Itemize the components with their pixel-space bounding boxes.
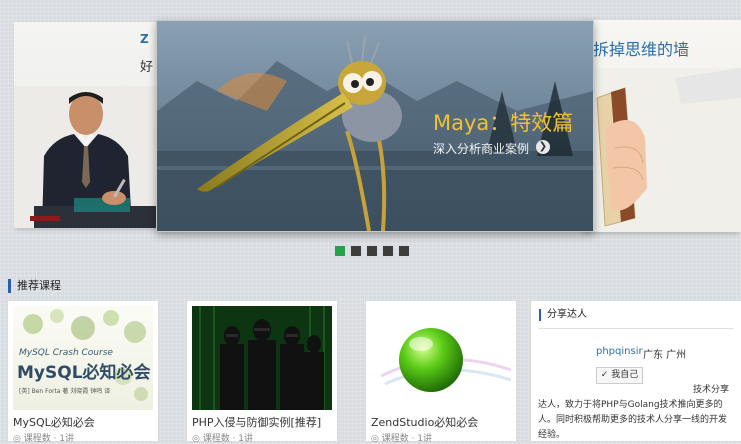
course-name[interactable]: ZendStudio必知必会 (371, 414, 478, 430)
carousel-dots (335, 246, 409, 256)
arrow-right-icon[interactable]: ❯ (536, 140, 550, 154)
carousel-dot-5[interactable] (399, 246, 409, 256)
slide-left-fragment-top: Z (140, 32, 149, 46)
carousel-slide-main[interactable]: Maya：特效篇 深入分析商业案例 ❯ (156, 20, 594, 232)
divider (539, 328, 734, 329)
book-hand-photo (585, 68, 741, 232)
course-meta: ◎ 课程数 · 1讲 (192, 434, 254, 444)
matrix-figures-image (192, 306, 332, 410)
share-panel-title: 分享达人 (539, 309, 587, 321)
slide-main-subtitle: 深入分析商业案例 (433, 142, 530, 156)
thumb-authors: [英] Ben Forta 著 刘晓霞 钟鸣 译 (19, 388, 111, 395)
course-card[interactable]: PHP入侵与防御实例[推荐] ◎ 课程数 · 1讲 (186, 300, 338, 444)
carousel-dot-3[interactable] (367, 246, 377, 256)
share-expert-panel: 分享达人 phpqinsir 广东 广州 ✓ 我自己 技术分享达人，致力于将PH… (530, 300, 741, 442)
course-meta: ◎ 课程数 · 1讲 (371, 434, 433, 444)
banner-carousel[interactable]: Z 好 拆掉思维的墙 Maya：特效篇 深入分析商业案例 ❯ (0, 0, 741, 260)
thumb-en-title: MySQL Crash Course (19, 348, 113, 358)
carousel-dot-2[interactable] (351, 246, 361, 256)
me-button[interactable]: ✓ 我自己 (596, 367, 643, 384)
section-title-recommended: 推荐课程 (8, 279, 61, 293)
carousel-dot-1[interactable] (335, 246, 345, 256)
course-thumbnail[interactable] (371, 306, 511, 410)
slide-main-title: Maya：特效篇 (433, 111, 574, 135)
course-thumbnail[interactable]: MySQL Crash Course MySQL必知必会 [英] Ben For… (13, 306, 153, 410)
expert-bio: 技术分享达人，致力于将PHP与Golang技术推向更多的人。同时积极帮助更多的技… (538, 385, 730, 440)
slide-right-title: 拆掉思维的墙 (593, 40, 690, 59)
carousel-slide-left[interactable]: Z 好 (14, 22, 175, 228)
course-name[interactable]: MySQL必知必会 (13, 414, 95, 430)
course-card[interactable]: MySQL Crash Course MySQL必知必会 [英] Ben For… (7, 300, 159, 444)
slide-left-fragment-text: 好 (140, 60, 154, 75)
presenter-photo (14, 86, 164, 228)
carousel-slide-right[interactable]: 拆掉思维的墙 (585, 20, 741, 232)
expert-username-link[interactable]: phpqinsir (596, 346, 643, 357)
green-sphere-image (380, 328, 511, 392)
thumb-zh-title: MySQL必知必会 (17, 363, 151, 383)
course-thumbnail[interactable] (192, 306, 332, 410)
course-meta: ◎ 课程数 · 1讲 (13, 434, 75, 444)
carousel-dot-4[interactable] (383, 246, 393, 256)
course-name[interactable]: PHP入侵与防御实例[推荐] (192, 414, 321, 430)
course-card[interactable]: ZendStudio必知必会 ◎ 课程数 · 1讲 (365, 300, 517, 444)
expert-location: 广东 广州 (643, 350, 687, 361)
